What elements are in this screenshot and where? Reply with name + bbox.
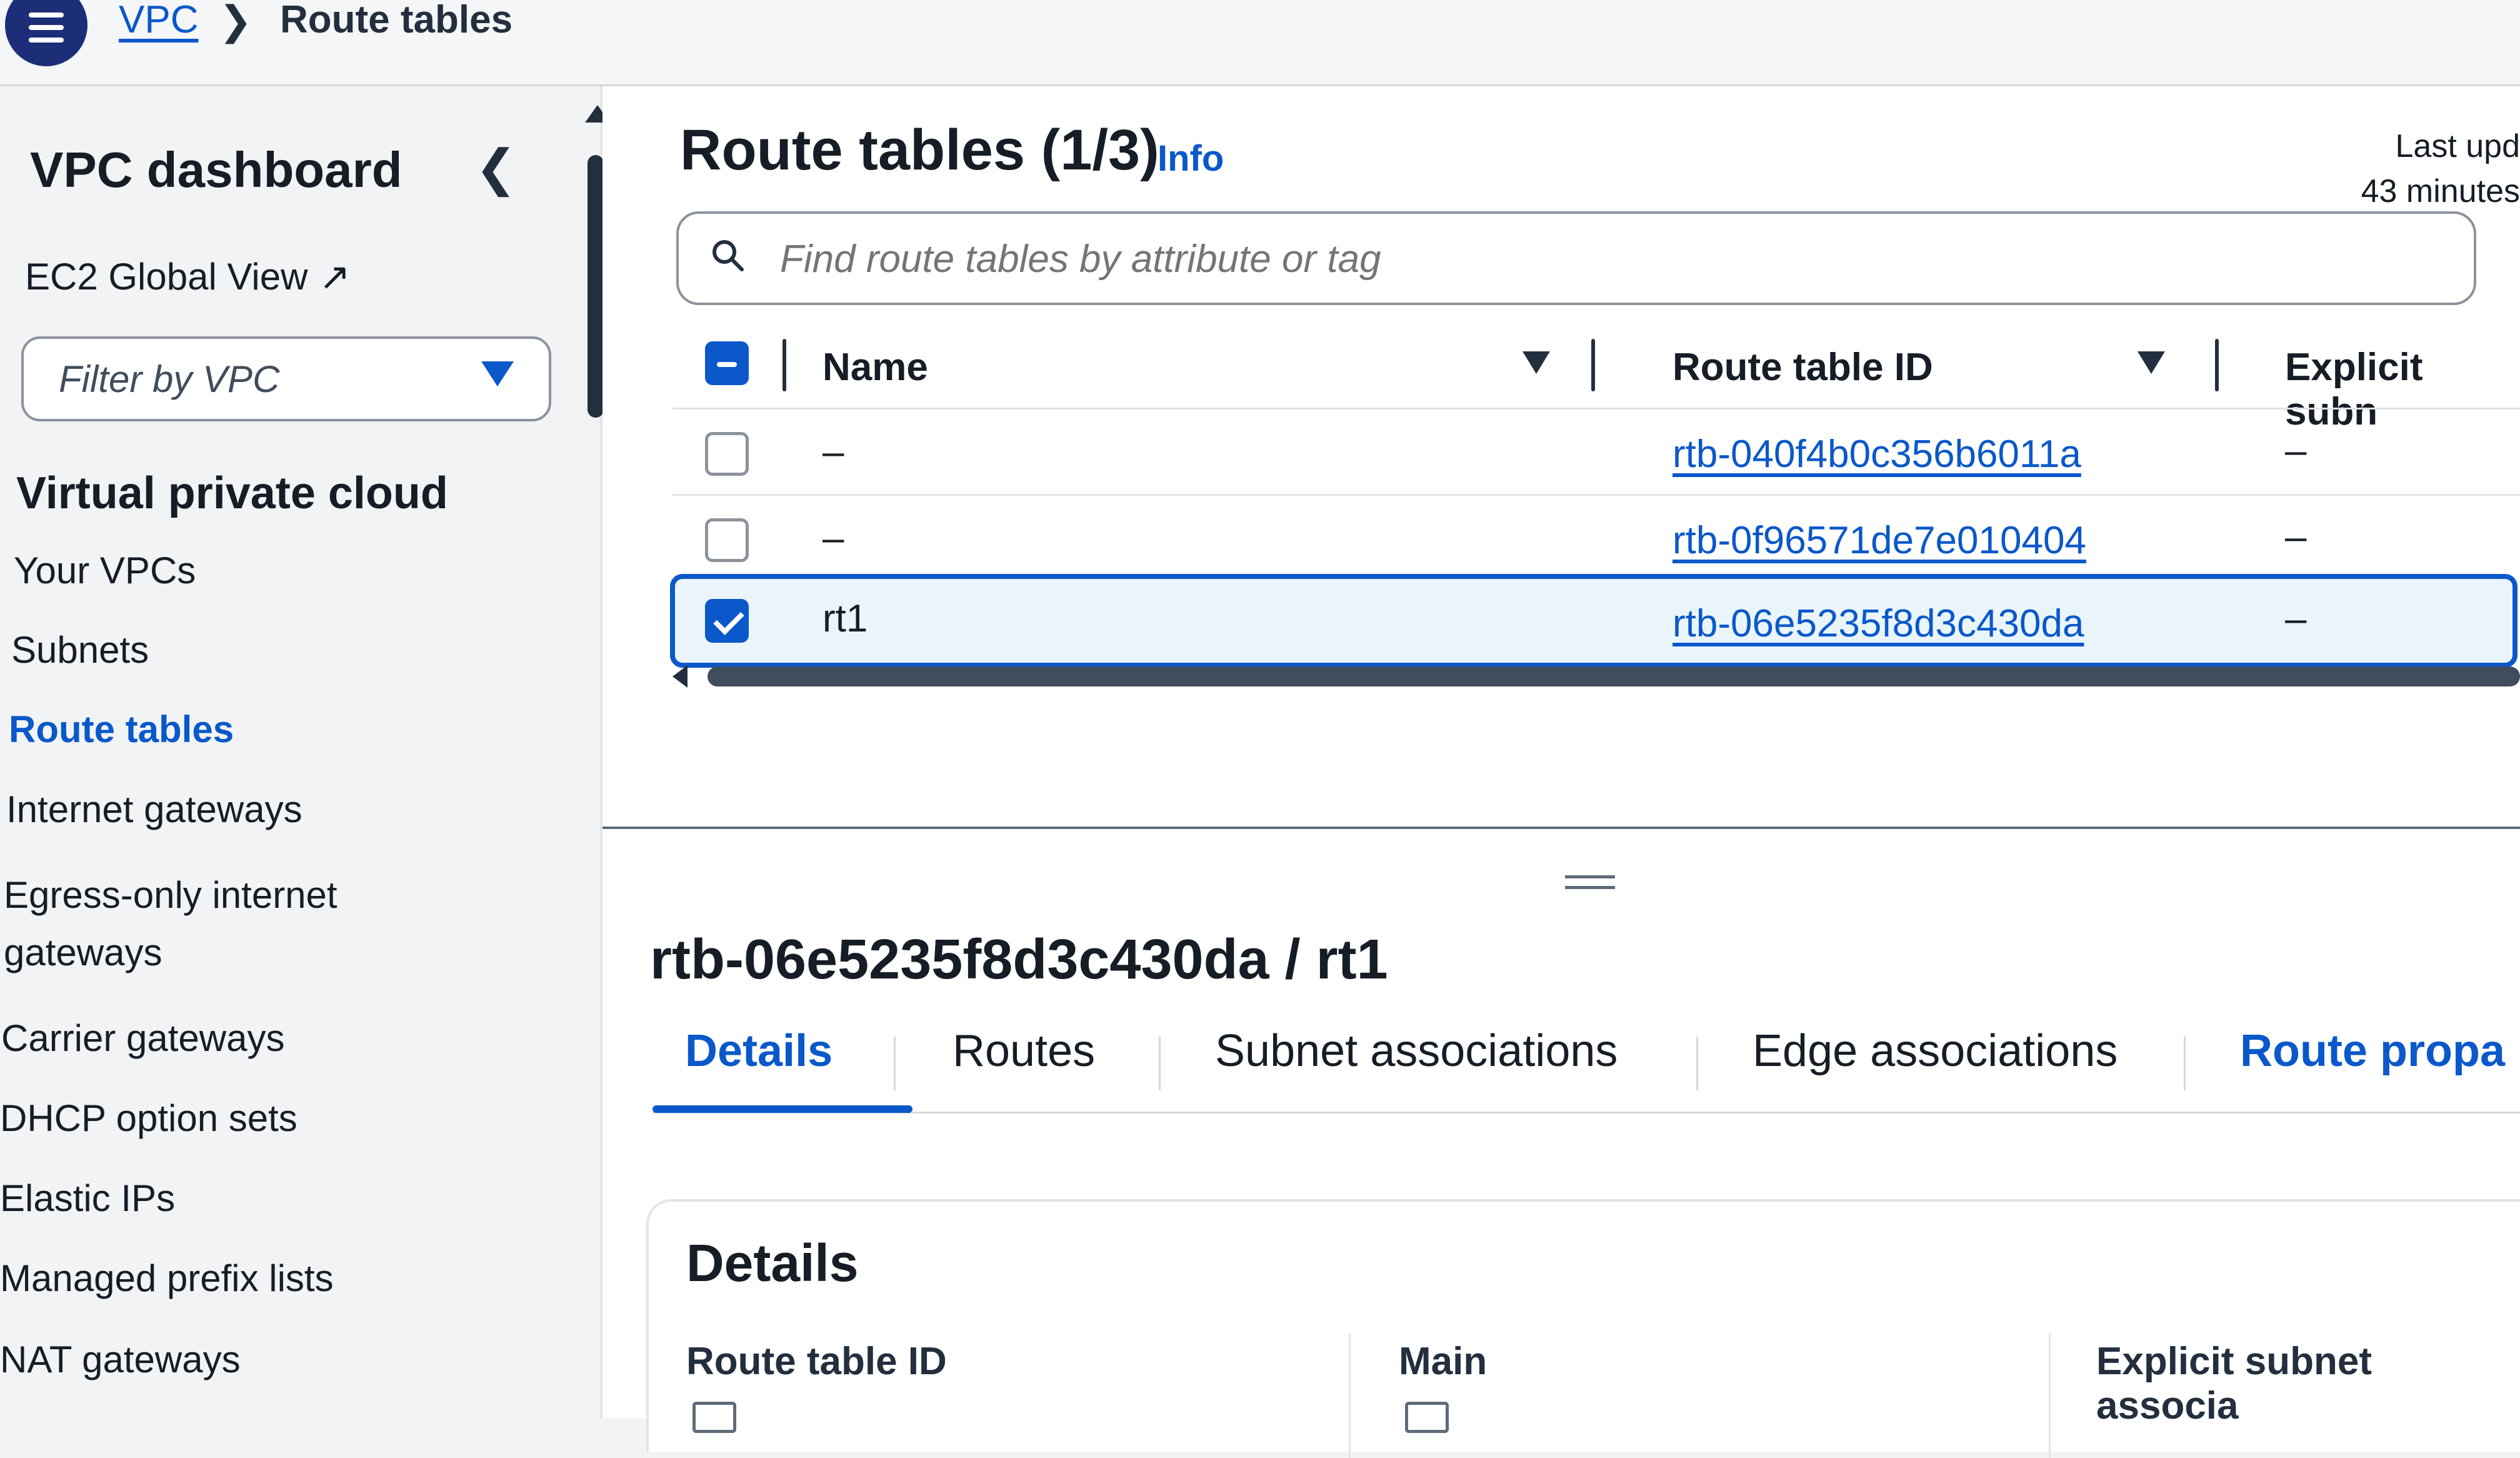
section-title-virtual-private-cloud: Virtual private cloud [16,468,448,518]
sidebar: VPC dashboard ❮ EC2 Global View ↗ Filter … [0,86,610,1418]
menu-icon-line [29,13,64,18]
field-divider [1349,1333,1351,1458]
horizontal-scrollbar-thumb[interactable] [708,666,2520,686]
sidebar-item-subnets[interactable]: Subnets [11,622,149,678]
column-divider[interactable] [2215,339,2219,391]
sidebar-item-nat-gateways[interactable]: NAT gateways [0,1332,241,1388]
sort-down-icon[interactable] [1522,351,1550,374]
tab-details[interactable]: Details [685,1025,832,1077]
cell-name: – [822,430,844,473]
menu-icon-line [29,38,64,43]
split-panel-divider [602,827,2520,829]
filter-by-vpc-placeholder: Filter by VPC [59,358,280,400]
menu-icon-line [29,25,64,30]
details-heading: Details [686,1234,859,1292]
active-tab-indicator [652,1105,912,1113]
sidebar-item-managed-prefix-lists[interactable]: Managed prefix lists [0,1250,334,1307]
breadcrumb-current: Route tables [280,0,513,41]
sidebar-scrollbar-thumb[interactable] [588,155,604,418]
table-row[interactable]: – rtb-040f4b0c356b6011a – [672,408,2520,496]
sidebar-item-internet-gateways[interactable]: Internet gateways [6,782,302,838]
cell-explicit-subnet: – [2285,597,2307,640]
resize-handle-icon[interactable] [1565,875,1615,889]
external-link-icon: ↗ [319,256,351,298]
caret-down-icon [481,361,514,386]
tab-subnet-associations[interactable]: Subnet associations [1215,1025,1618,1077]
sidebar-item-egress-only-internet-gateways[interactable]: Egress-only internet gateways [4,867,404,982]
detail-title: rtb-06e5235f8d3c430da / rt1 [650,928,1388,991]
sidebar-item-your-vpcs[interactable]: Your VPCs [14,543,196,599]
search-icon [712,240,744,271]
copy-icon[interactable] [692,1402,736,1433]
main-content: Route tables (1/3) Info Last upd 43 minu… [602,86,2520,1458]
row-checkbox-checked[interactable] [705,599,749,643]
collapse-sidebar-icon[interactable]: ❮ [475,139,517,197]
tab-edge-associations[interactable]: Edge associations [1752,1025,2118,1077]
hamburger-menu-button[interactable] [5,0,88,66]
ec2-global-view-link[interactable]: EC2 Global View ↗ [25,255,351,299]
top-navigation-bar: VPC ❯ Route tables [0,0,2520,86]
field-label-route-table-id: Route table ID [686,1340,947,1383]
indeterminate-icon [717,362,737,367]
copy-icon[interactable] [1405,1402,1449,1433]
route-table-id-link[interactable]: rtb-040f4b0c356b6011a [1672,432,2081,476]
filter-by-vpc-select[interactable]: Filter by VPC [21,336,551,421]
tab-divider [1159,1037,1161,1090]
scroll-left-arrow-icon[interactable] [672,665,688,688]
field-label-explicit-subnet-associations: Explicit subnet associa [2096,1340,2372,1427]
breadcrumb-vpc-link[interactable]: VPC [119,0,198,42]
cell-explicit-subnet: – [2285,429,2307,472]
tab-divider [2184,1037,2186,1090]
row-checkbox[interactable] [705,518,749,562]
field-label-main: Main [1399,1340,1488,1383]
sort-down-icon[interactable] [2138,351,2165,374]
last-updated-text: Last upd 43 minutes [2361,124,2520,214]
table-header: Name Route table ID Explicit subn [672,316,2520,433]
info-link[interactable]: Info [1158,138,1224,179]
ec2-global-view-label: EC2 Global View [25,256,308,298]
route-table-id-link[interactable]: rtb-0f96571de7e010404 [1672,518,2086,563]
tab-divider [1696,1037,1698,1090]
row-checkbox[interactable] [705,432,749,476]
table-row[interactable]: – rtb-0f96571de7e010404 – [672,494,2520,582]
page-title: Route tables (1/3) [680,118,1159,182]
search-box[interactable] [676,211,2476,305]
route-table-id-link[interactable]: rtb-06e5235f8d3c430da [1672,601,2084,646]
sidebar-item-elastic-ips[interactable]: Elastic IPs [0,1170,175,1227]
column-header-name[interactable]: Name [822,345,928,390]
sidebar-item-route-tables[interactable]: Route tables [9,701,234,758]
column-header-route-table-id[interactable]: Route table ID [1672,345,1933,390]
sidebar-title[interactable]: VPC dashboard [30,141,402,199]
tab-divider [894,1037,896,1090]
detail-tabs: Details Routes Subnet associations Edge … [652,1012,2520,1114]
table-row-selected[interactable]: rt1 rtb-06e5235f8d3c430da – [670,574,2518,668]
chevron-right-icon: ❯ [219,0,252,43]
column-divider[interactable] [1591,339,1595,391]
cell-name: rt1 [822,597,868,640]
search-input[interactable] [779,214,2406,304]
cell-explicit-subnet: – [2285,515,2307,558]
field-divider [2049,1333,2051,1458]
last-updated-line2: 43 minutes [2361,173,2520,209]
select-all-checkbox[interactable] [705,341,749,385]
details-container: Details Route table ID Main Explicit sub… [646,1199,2520,1458]
table-horizontal-scrollbar[interactable] [672,661,2520,693]
last-updated-line1: Last upd [2395,128,2520,164]
sidebar-item-dhcp-option-sets[interactable]: DHCP option sets [0,1090,298,1147]
tab-routes[interactable]: Routes [952,1025,1095,1077]
sidebar-item-carrier-gateways[interactable]: Carrier gateways [1,1010,285,1067]
cell-name: – [822,516,844,560]
tab-route-propagation[interactable]: Route propa [2240,1025,2505,1077]
column-divider[interactable] [782,339,786,391]
